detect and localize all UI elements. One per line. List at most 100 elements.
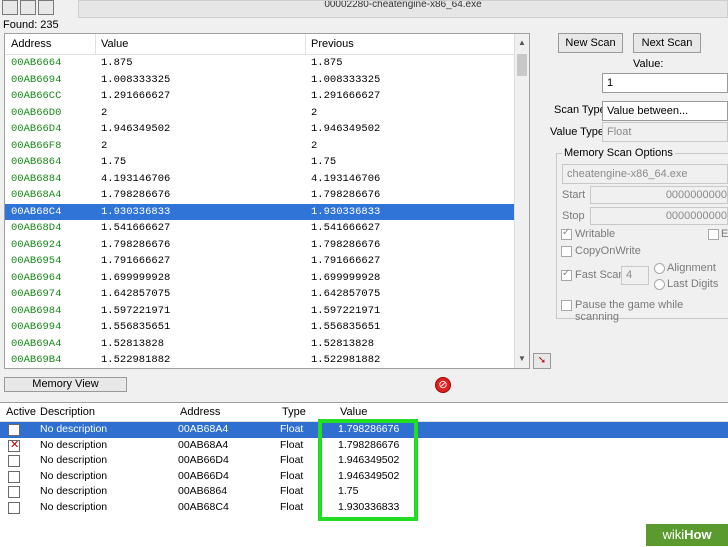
result-row[interactable]: 00AB68A4 1.798286676 1.798286676 [5,187,517,204]
pause-checkbox[interactable] [561,300,572,311]
row-description[interactable]: No description [40,438,107,454]
result-row[interactable]: 00AB6964 1.699999928 1.699999928 [5,270,517,287]
result-value: 1.522981882 [101,354,171,366]
result-value: 1.75 [101,156,127,168]
result-previous: 1.597221971 [311,304,381,317]
result-row[interactable]: 00AB6694 1.008333325 1.008333325 [5,72,517,89]
save-icon[interactable] [38,0,54,15]
result-previous: 1.875 [311,57,343,69]
copy-on-write-checkbox[interactable] [561,246,572,257]
active-checkbox[interactable] [8,455,20,467]
header-value[interactable]: Value [101,38,128,50]
result-row[interactable]: 00AB68C4 1.930336833 1.930336833 [5,203,517,220]
active-checkbox[interactable] [8,424,20,436]
active-checkbox[interactable] [8,470,20,483]
result-address: 00AB68A4 [11,189,62,201]
results-scrollbar[interactable]: ▲ ▼ [514,34,529,368]
result-value: 1.946349502 [101,123,171,135]
fast-scan-checkbox[interactable] [561,268,572,281]
result-row[interactable]: 00AB6954 1.791666627 1.791666627 [5,253,517,270]
result-previous: 1.291666627 [311,90,381,102]
value-input[interactable]: 1 [602,73,728,93]
result-row[interactable]: 00AB68D4 1.541666627 1.541666627 [5,220,517,237]
scan-type-select[interactable]: Value between... [602,101,728,121]
scroll-thumb[interactable] [517,54,527,76]
memory-view-button[interactable]: Memory View [4,377,127,392]
header-table-address[interactable]: Address [180,406,220,418]
header-table-value[interactable]: Value [340,406,367,418]
start-label: Start [562,189,586,201]
header-type[interactable]: Type [282,406,306,418]
result-previous: 2 [311,139,318,152]
result-value: 1.798286676 [101,189,171,201]
next-scan-button[interactable]: Next Scan [633,33,701,53]
active-checkbox[interactable] [8,438,20,453]
result-row[interactable]: 00AB69A4 1.52813828 1.52813828 [5,336,517,353]
header-active[interactable]: Active [6,406,36,418]
last-digits-radio[interactable] [654,279,665,290]
value-type-select[interactable]: Float [602,122,728,142]
result-value: 1.556835651 [101,321,171,333]
row-description[interactable]: No description [40,453,107,469]
result-row[interactable]: 00AB6664 1.875 1.875 [5,55,517,72]
result-row[interactable]: 00AB66D0 2 2 [5,105,517,122]
new-scan-button[interactable]: New Scan [558,33,623,53]
result-row[interactable]: 00AB69B4 1.522981882 1.522981882 [5,352,517,368]
open-icon[interactable] [20,0,36,15]
stop-input[interactable]: 0000000000 [590,207,728,225]
header-address[interactable]: Address [11,38,51,50]
result-row[interactable]: 00AB66CC 1.291666627 1.291666627 [5,88,517,105]
stop-icon[interactable]: ⊘ [435,377,451,393]
fast-scan-input[interactable]: 4 [621,266,649,285]
executable-label: Ex [721,228,728,240]
row-type: Float [280,469,304,482]
result-value: 1.597221971 [101,304,171,317]
result-address: 00AB69A4 [11,337,62,350]
result-value: 1.699999928 [101,271,171,284]
scan-type-label: Scan Type [554,104,606,116]
result-row[interactable]: 00AB6924 1.798286676 1.798286676 [5,237,517,254]
add-to-list-icon[interactable]: ➘ [533,353,551,369]
result-row[interactable]: 00AB6994 1.556835651 1.556835651 [5,319,517,336]
result-value: 2 [101,106,108,119]
result-previous: 1.798286676 [311,238,381,251]
writable-label: Writable [575,228,616,240]
active-checkbox[interactable] [8,501,20,514]
executable-checkbox[interactable] [708,229,719,240]
process-icon[interactable] [2,0,18,15]
row-description[interactable]: No description [40,469,107,485]
header-previous[interactable]: Previous [311,38,354,50]
result-row[interactable]: 00AB66F8 2 2 [5,138,517,155]
row-description[interactable]: No description [40,484,107,500]
result-address: 00AB6974 [11,288,62,300]
result-address: 00AB66CC [11,90,62,102]
row-description[interactable]: No description [40,422,107,438]
result-previous: 4.193146706 [311,172,381,185]
writable-checkbox[interactable] [561,227,572,240]
result-address: 00AB6864 [11,156,62,168]
scroll-down-icon[interactable]: ▼ [515,352,529,366]
value-highlight-box [318,419,418,521]
process-select[interactable]: cheatengine-x86_64.exe [562,164,728,184]
result-value: 1.875 [101,57,133,69]
header-description[interactable]: Description [40,406,95,418]
result-value: 1.791666627 [101,255,171,267]
result-previous: 2 [311,106,318,119]
result-value: 1.52813828 [101,337,165,350]
result-row[interactable]: 00AB6984 1.597221971 1.597221971 [5,303,517,320]
start-input[interactable]: 0000000000 [590,186,728,204]
results-list[interactable]: Address Value Previous 00AB6664 1.875 1.87… [4,33,530,369]
result-row[interactable]: 00AB66D4 1.946349502 1.946349502 [5,121,517,138]
row-type: Float [280,485,304,497]
row-address: 00AB6864 [178,485,228,497]
result-address: 00AB66D4 [11,123,62,135]
result-row[interactable]: 00AB6884 4.193146706 4.193146706 [5,171,517,188]
row-description[interactable]: No description [40,500,107,516]
result-row[interactable]: 00AB6974 1.642857075 1.642857075 [5,286,517,303]
alignment-radio[interactable] [654,263,665,274]
scroll-up-icon[interactable]: ▲ [515,36,529,50]
row-address: 00AB66D4 [178,454,229,466]
active-checkbox[interactable] [8,486,20,498]
result-row[interactable]: 00AB6864 1.75 1.75 [5,154,517,171]
result-previous: 1.541666627 [311,222,381,234]
